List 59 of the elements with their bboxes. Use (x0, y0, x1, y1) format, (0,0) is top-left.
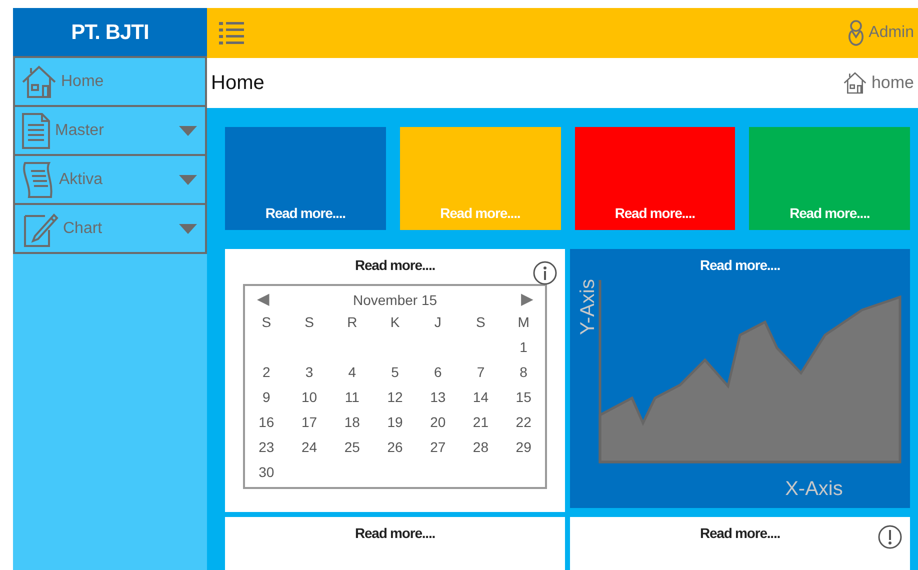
calendar-day[interactable]: 1 (502, 337, 545, 358)
axis-label: Y-Axis (577, 279, 599, 335)
next-month-button[interactable]: ▶ (520, 292, 533, 308)
month-label: November 15 (352, 290, 438, 310)
house-icon (21, 64, 57, 100)
calendar-day[interactable]: 7 (459, 362, 502, 383)
weekday-label: J (433, 313, 442, 332)
user-icon (846, 20, 865, 46)
calendar-day[interactable]: 6 (416, 362, 460, 383)
calendar-day[interactable]: 12 (374, 387, 416, 408)
page-title: Home (211, 71, 264, 96)
weekday-label: K (389, 313, 401, 332)
calendar-day[interactable]: 23 (245, 437, 288, 458)
read-more-link[interactable]: Read more.... (265, 203, 346, 224)
menu-icon[interactable] (219, 22, 244, 44)
weekday-label: S (475, 313, 486, 332)
read-more-link[interactable]: Read more.... (700, 255, 780, 276)
calendar-day[interactable]: 5 (374, 362, 416, 383)
calendar-day[interactable]: 22 (502, 412, 545, 433)
prev-month-button[interactable]: ◀ (257, 292, 269, 308)
axis-label: X-Axis (785, 478, 843, 500)
alert-icon[interactable] (878, 525, 902, 549)
calendar-day[interactable]: 14 (459, 387, 502, 408)
house-icon (843, 71, 868, 95)
calendar-day[interactable]: 24 (288, 437, 331, 458)
breadcrumb-link[interactable]: home (843, 70, 914, 96)
calendar-day[interactable]: 15 (502, 387, 545, 408)
calendar-day[interactable]: 2 (245, 362, 288, 383)
document-icon (21, 112, 51, 150)
read-more-link[interactable]: Read more.... (354, 255, 436, 276)
calendar-day[interactable]: 25 (330, 437, 374, 458)
calendar-day[interactable]: 8 (502, 362, 545, 383)
scroll-icon (21, 160, 55, 198)
calendar-day[interactable]: 3 (288, 362, 331, 383)
brand-title: PT. BJTI (13, 8, 207, 58)
calendar-day[interactable]: 9 (245, 387, 288, 408)
calendar-day[interactable]: 27 (416, 437, 460, 458)
calendar-day[interactable]: 18 (330, 412, 374, 433)
calendar-day[interactable]: 21 (459, 412, 502, 433)
calendar-day[interactable]: 4 (330, 362, 374, 383)
calendar-day[interactable]: 20 (416, 412, 460, 433)
calendar-day[interactable]: 28 (459, 437, 502, 458)
weekday-label: S (304, 313, 315, 332)
weekday-label: R (346, 313, 358, 332)
read-more-link[interactable]: Read more.... (354, 523, 436, 544)
calendar-day[interactable]: 13 (416, 387, 460, 408)
calendar-day[interactable]: 16 (245, 412, 288, 433)
weekday-label: S (260, 313, 272, 332)
calendar-day[interactable]: 10 (288, 387, 331, 408)
calendar-day[interactable]: 26 (374, 437, 416, 458)
read-more-link[interactable]: Read more.... (700, 523, 780, 544)
calendar-day[interactable]: 30 (245, 462, 288, 483)
calendar-day[interactable]: 29 (502, 437, 545, 458)
read-more-link[interactable]: Read more.... (614, 203, 695, 224)
weekday-label: M (516, 313, 530, 332)
calendar-day[interactable]: 11 (330, 387, 374, 408)
info-icon[interactable] (533, 261, 557, 285)
calendar-day[interactable]: 19 (374, 412, 416, 433)
calendar-day[interactable]: 17 (288, 412, 331, 433)
